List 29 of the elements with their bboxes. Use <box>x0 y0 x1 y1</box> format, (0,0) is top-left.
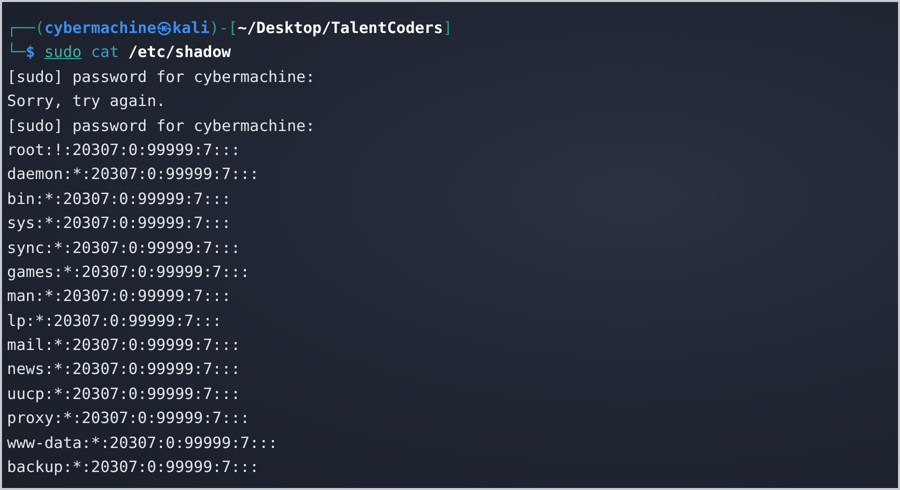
command-argument: /etc/shadow <box>128 42 231 64</box>
output-line: [sudo] password for cybermachine: <box>7 66 316 88</box>
prompt-frame: ┌──( <box>7 16 44 40</box>
prompt-frame: ] <box>442 16 452 40</box>
output-line: [sudo] password for cybermachine: <box>7 116 316 137</box>
prompt-frame: )-[ <box>210 16 238 40</box>
output-line: sys:*:20307:0:99999:7::: <box>7 213 232 234</box>
output-line: sync:*:20307:0:99999:7::: <box>7 238 242 259</box>
output-line: root:!:20307:0:99999:7::: <box>7 140 242 161</box>
prompt-path: ~/Desktop/TalentCoders <box>238 18 443 39</box>
prompt-dollar: $ <box>26 43 36 64</box>
output-line: proxy:*:20307:0:99999:7::: <box>7 408 251 430</box>
command-name: cat <box>90 42 119 64</box>
output-line: mail:*:20307:0:99999:7::: <box>7 335 242 356</box>
output-line: lp:*:20307:0:99999:7::: <box>7 310 223 332</box>
prompt-user: cybermachine <box>44 18 156 39</box>
output-line: bin:*:20307:0:99999:7::: <box>7 188 232 210</box>
output-line: backup:*:20307:0:99999:7::: <box>7 457 260 478</box>
output-line: games:*:20307:0:99999:7::: <box>7 262 251 283</box>
output-line: news:*:20307:0:99999:7::: <box>7 359 242 380</box>
prompt-at-sign: ㉿ <box>156 18 172 39</box>
prompt-host: kali <box>172 18 210 39</box>
output-line: www-data:*:20307:0:99999:7::: <box>7 432 279 454</box>
output-line: uucp:*:20307:0:99999:7::: <box>7 384 242 405</box>
output-line: Sorry, try again. <box>7 91 167 112</box>
output-line: man:*:20307:0:99999:7::: <box>7 286 232 308</box>
prompt-frame: └─ <box>7 40 26 65</box>
output-line: daemon:*:20307:0:99999:7::: <box>7 164 260 186</box>
command-program: sudo <box>44 42 82 64</box>
